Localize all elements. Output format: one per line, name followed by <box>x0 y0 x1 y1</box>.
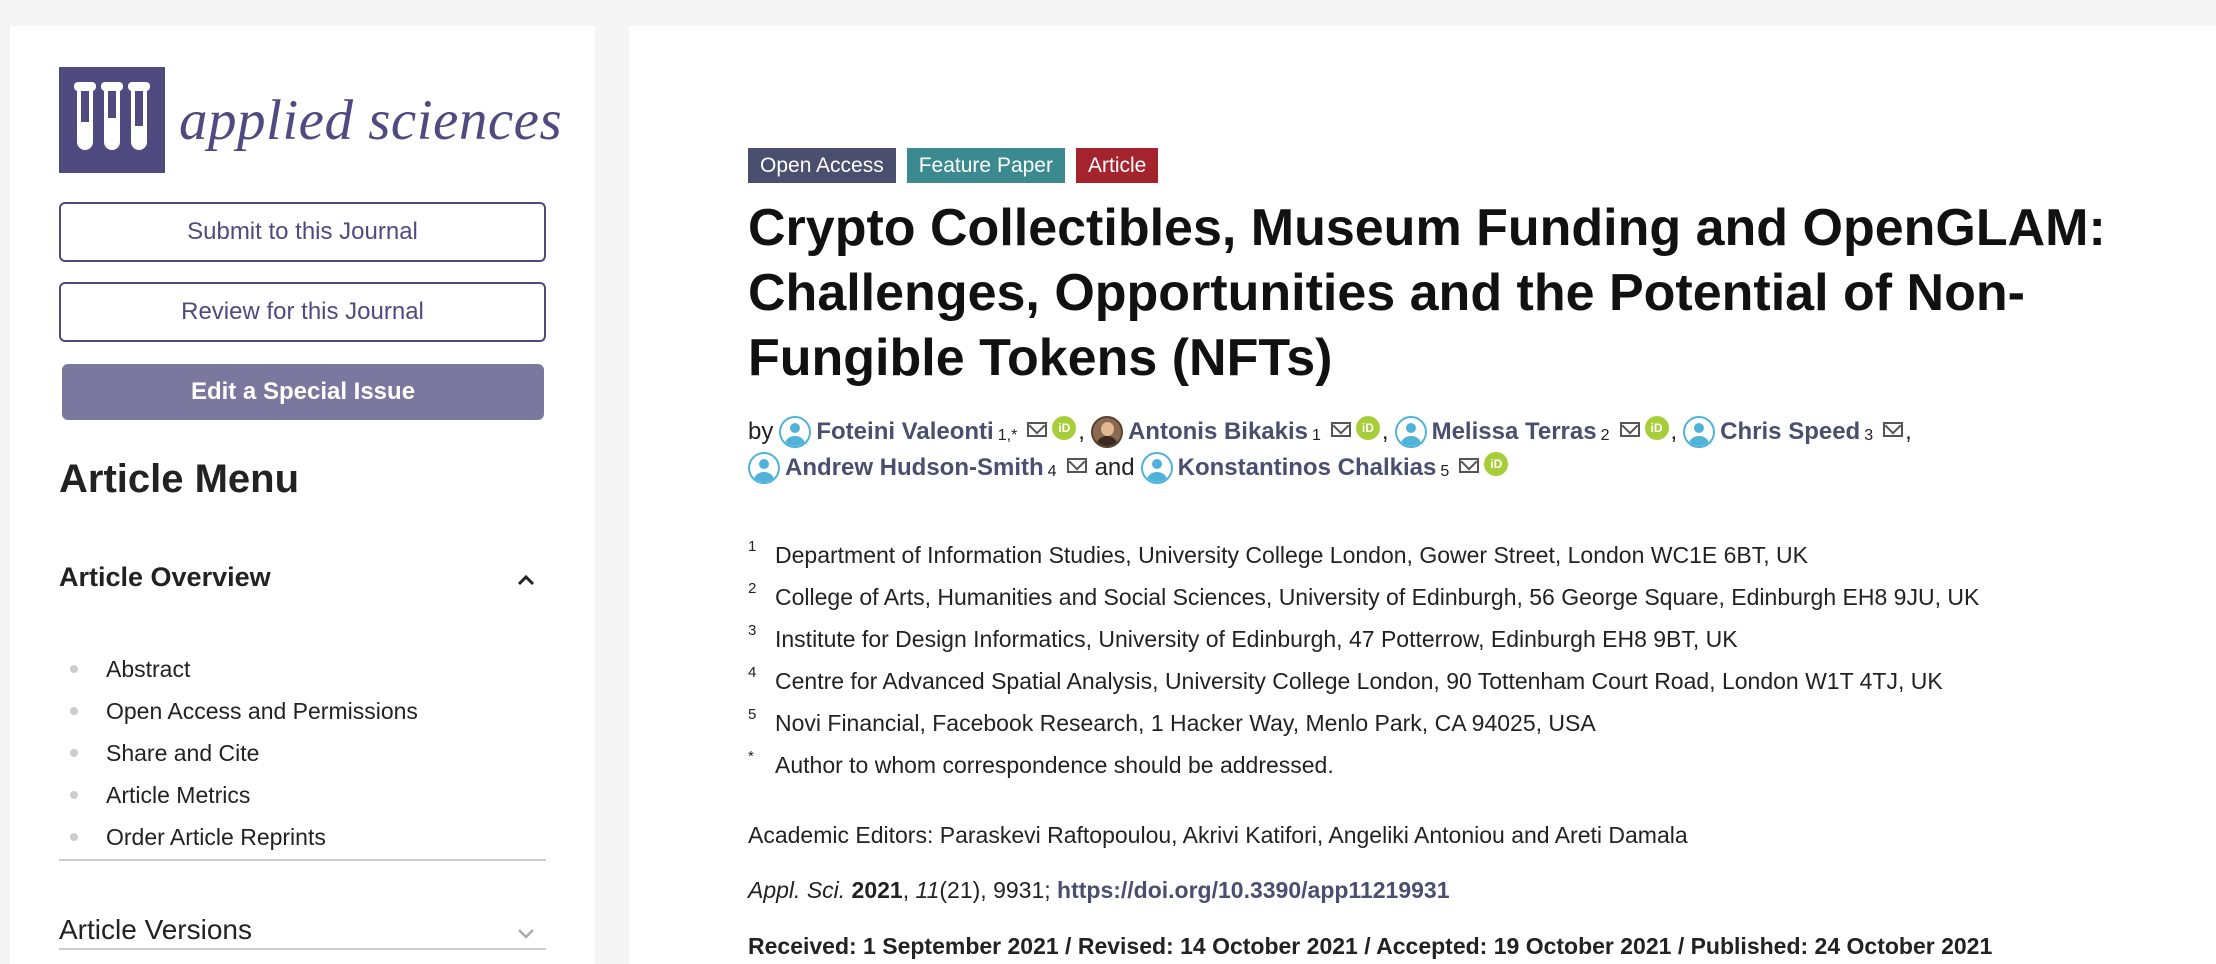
divider <box>59 948 546 950</box>
affiliation-row: 2 College of Arts, Humanities and Social … <box>748 576 1979 618</box>
orcid-icon[interactable]: iD <box>1644 416 1669 440</box>
user-icon[interactable] <box>1394 416 1427 448</box>
feature-paper-badge[interactable]: Feature Paper <box>906 148 1065 183</box>
menu-item-open-access[interactable]: Open Access and Permissions <box>106 698 418 725</box>
list-item[interactable]: Order Article Reprints <box>70 816 418 858</box>
list-item[interactable]: Open Access and Permissions <box>70 690 418 732</box>
bullet-icon <box>70 833 78 841</box>
by-label: by <box>748 418 774 445</box>
author-affiliation-ref: 1,* <box>997 427 1018 444</box>
journal-abbrev: Appl. Sci. <box>748 877 846 903</box>
affiliation-text: College of Arts, Humanities and Social S… <box>775 583 1980 610</box>
affiliation-number: * <box>748 748 754 765</box>
affiliation-number: 2 <box>748 580 757 597</box>
publication-dates: Received: 1 September 2021 / Revised: 14… <box>748 933 1993 959</box>
mail-icon[interactable] <box>1619 422 1640 437</box>
mail-icon[interactable] <box>1330 422 1351 437</box>
orcid-icon[interactable]: iD <box>1052 416 1077 440</box>
chevron-down-icon <box>506 914 546 946</box>
article-overview-label: Article Overview <box>59 562 271 592</box>
mail-icon[interactable] <box>1883 422 1904 437</box>
bullet-icon <box>70 749 78 757</box>
article-versions-label: Article Versions <box>59 914 252 945</box>
affiliation-row: 5 Novi Financial, Facebook Research, 1 Ha… <box>748 702 1979 744</box>
author-name[interactable]: Chris Speed <box>1720 414 1860 450</box>
author-name[interactable]: Melissa Terras <box>1432 414 1597 450</box>
list-item[interactable]: Abstract <box>70 648 418 690</box>
affiliation-row: * Author to whom correspondence should be… <box>748 744 1979 786</box>
mail-icon[interactable] <box>1459 458 1480 473</box>
menu-item-metrics[interactable]: Article Metrics <box>106 782 250 809</box>
test-tubes-logo-icon <box>59 67 165 173</box>
journal-name: applied sciences <box>179 88 563 152</box>
article-type-badge: Article <box>1075 148 1159 183</box>
mail-icon[interactable] <box>1066 458 1087 473</box>
divider <box>59 859 546 861</box>
list-item[interactable]: Share and Cite <box>70 732 418 774</box>
affiliation-text: Novi Financial, Facebook Research, 1 Hac… <box>775 709 1596 736</box>
author-affiliation-ref: 2 <box>1600 427 1610 444</box>
doi-link[interactable]: https://doi.org/10.3390/app11219931 <box>1057 877 1449 903</box>
bullet-icon <box>70 665 78 673</box>
author-list: by Foteini Valeonti 1,* iD, Antonis Bika… <box>748 414 2188 486</box>
menu-item-share-cite[interactable]: Share and Cite <box>106 740 259 767</box>
affiliation-number: 5 <box>748 706 757 723</box>
list-item[interactable]: Article Metrics <box>70 774 418 816</box>
affiliation-row: 4 Centre for Advanced Spatial Analysis, U… <box>748 660 1979 702</box>
edit-special-issue-button[interactable]: Edit a Special Issue <box>62 364 544 420</box>
author-affiliation-ref: 4 <box>1047 463 1057 480</box>
user-icon[interactable] <box>748 452 780 484</box>
affiliation-number: 4 <box>748 664 757 681</box>
affiliation-text: Institute for Design Informatics, Univer… <box>775 625 1738 652</box>
affiliation-text: Department of Information Studies, Unive… <box>775 541 1808 568</box>
affiliation-row: 1 Department of Information Studies, Univ… <box>748 534 1979 576</box>
user-icon[interactable] <box>1140 452 1173 484</box>
user-icon[interactable] <box>1683 416 1716 448</box>
author-name[interactable]: Konstantinos Chalkias <box>1178 450 1437 486</box>
submit-button[interactable]: Submit to this Journal <box>59 202 546 262</box>
affiliation-text: Centre for Advanced Spatial Analysis, Un… <box>775 667 1943 694</box>
user-icon[interactable] <box>779 416 812 448</box>
menu-item-abstract[interactable]: Abstract <box>106 656 190 683</box>
citation: Appl. Sci. 2021, 11(21), 9931; https://d… <box>748 877 1450 903</box>
article-overview-list: Abstract Open Access and Permissions Sha… <box>70 648 418 858</box>
sidebar: applied sciences Submit to this Journal … <box>10 26 595 964</box>
review-button[interactable]: Review for this Journal <box>59 282 546 342</box>
menu-item-reprints[interactable]: Order Article Reprints <box>106 824 326 851</box>
affiliation-row: 3 Institute for Design Informatics, Unive… <box>748 618 1979 660</box>
open-access-badge[interactable]: Open Access <box>748 148 896 183</box>
affiliation-text: Author to whom correspondence should be … <box>775 751 1334 778</box>
journal-logo[interactable]: applied sciences <box>59 67 562 173</box>
article-overview-toggle[interactable]: Article Overview <box>59 562 546 593</box>
and-label: and <box>1094 454 1135 481</box>
bullet-icon <box>70 707 78 715</box>
affiliation-number: 1 <box>748 538 757 555</box>
chevron-up-icon <box>506 562 546 593</box>
mail-icon[interactable] <box>1027 422 1048 437</box>
citation-volume: 11 <box>915 877 940 903</box>
article-title: Crypto Collectibles, Museum Funding and … <box>748 199 2106 387</box>
author-name[interactable]: Antonis Bikakis <box>1128 414 1308 450</box>
academic-editors: Academic Editors: Paraskevi Raftopoulou,… <box>748 822 1688 848</box>
author-photo-icon[interactable] <box>1090 416 1123 448</box>
author-affiliation-ref: 3 <box>1864 427 1874 444</box>
article-menu-title: Article Menu <box>59 457 300 501</box>
bullet-icon <box>70 791 78 799</box>
article-versions-toggle[interactable]: Article Versions <box>59 914 546 946</box>
citation-issue-pages: (21), 9931; <box>939 877 1058 903</box>
author-name[interactable]: Andrew Hudson-Smith <box>785 450 1044 486</box>
affiliation-number: 3 <box>748 622 757 639</box>
orcid-icon[interactable]: iD <box>1355 416 1380 440</box>
article-main: Open Access Feature Paper Article Crypto… <box>629 26 2216 964</box>
citation-year: 2021 <box>851 877 903 903</box>
orcid-icon[interactable]: iD <box>1484 452 1509 476</box>
author-affiliation-ref: 5 <box>1440 463 1450 480</box>
author-name[interactable]: Foteini Valeonti <box>816 414 993 450</box>
article-badges: Open Access Feature Paper Article <box>748 148 1159 183</box>
affiliations: 1 Department of Information Studies, Univ… <box>748 534 1979 786</box>
author-affiliation-ref: 1 <box>1312 427 1321 444</box>
